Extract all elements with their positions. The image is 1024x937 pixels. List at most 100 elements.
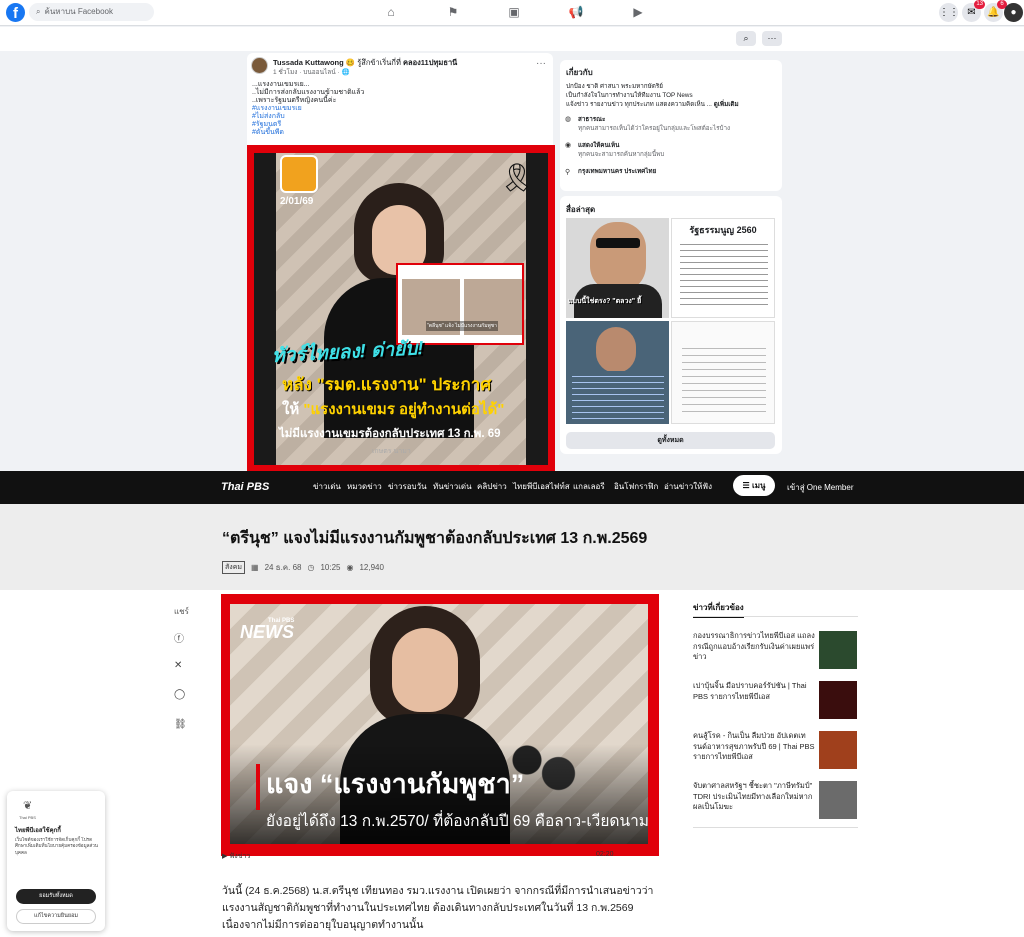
marketplace-icon[interactable]: ▣ bbox=[506, 4, 522, 20]
media-thumbnail[interactable] bbox=[566, 321, 669, 424]
related-item[interactable]: จับตาศาลสหรัฐฯ ชี้ชะตา "ภาษีทรัมป์" TDRI… bbox=[693, 781, 858, 827]
article-hero-image[interactable]: Thai PBS NEWS แจง “แรงงานกัมพูชา” ยังอยู่… bbox=[230, 604, 648, 844]
group-toolbar bbox=[0, 27, 1024, 51]
line-share-icon[interactable]: ◯ bbox=[174, 689, 185, 700]
article-date: 24 ธ.ค. 68 bbox=[264, 563, 302, 572]
related-title[interactable]: คนสู้โรค - กินเป็น ลืมป่วย อัปเดตเทรนด์อ… bbox=[693, 731, 815, 763]
black-ribbon-icon: 🎗 bbox=[499, 162, 535, 193]
edit-consent-button[interactable]: แก้ไขความยินยอม bbox=[16, 909, 96, 924]
related-divider bbox=[693, 616, 858, 617]
post-feeling: 🥴 รู้สึกข้าเริ่นกี่ที่ bbox=[345, 58, 401, 67]
related-title[interactable]: จับตาศาลสหรัฐฯ ชี้ชะตา "ภาษีทรัมป์" TDRI… bbox=[693, 781, 815, 813]
group-about-card: เกี่ยวกับ ปกป้อง ชาติ ศาสนา พระมหากษัตริ… bbox=[560, 60, 782, 191]
nav-item[interactable]: แกลเลอรี bbox=[573, 480, 605, 493]
inset-caption: "ตลีนุช" แจ้ง ไม่มีแรงงานกัมพูชา bbox=[426, 321, 498, 331]
nav-item[interactable]: อินโฟกราฟิก bbox=[614, 480, 658, 493]
post-image[interactable]: 2/01/69 🎗 "ตลีนุช" แจ้ง ไม่มีแรงงานกัมพู… bbox=[254, 153, 548, 465]
article-meta: สังคม ▦ 24 ธ.ค. 68 ◷ 10:25 ◉ 12,940 bbox=[222, 561, 384, 574]
hamburger-icon: ☰ bbox=[742, 481, 752, 490]
media-title: รัฐธรรมนูญ 2560 bbox=[689, 225, 757, 235]
nav-item[interactable]: ไทยพีบีเอสไฟท์ส bbox=[513, 480, 570, 493]
post-options-icon[interactable]: ··· bbox=[536, 58, 546, 69]
facebook-logo-icon[interactable]: f bbox=[6, 3, 25, 22]
post-author-name[interactable]: Tussada Kuttawong bbox=[273, 58, 344, 67]
globe-icon: ◍ bbox=[565, 116, 572, 123]
about-desc: แจ้งข่าว รายงานข่าว ทุกประเภท แสดงความคิ… bbox=[566, 101, 739, 108]
post-hashtag[interactable]: #ดันขึ้นพีด bbox=[252, 129, 284, 137]
see-all-media-button[interactable]: ดูทั้งหมด bbox=[566, 432, 775, 449]
post-author-avatar[interactable] bbox=[251, 57, 268, 74]
nav-item[interactable]: ทันข่าวเด่น bbox=[433, 480, 472, 493]
image-headline-4: ไม่มีแรงงานเขมรต้องกลับประเทศ 13 ก.พ. 69 bbox=[279, 428, 501, 440]
group-more-button[interactable]: ··· bbox=[762, 31, 782, 46]
megaphone-icon[interactable]: 📢 bbox=[568, 4, 584, 20]
search-icon: ⌕ bbox=[36, 7, 41, 16]
media-thumbnail[interactable] bbox=[671, 321, 775, 424]
nav-item[interactable]: หมวดข่าว bbox=[347, 480, 382, 493]
related-thumbnail[interactable] bbox=[819, 681, 857, 719]
image-watermark: เกษตร นามา bbox=[372, 448, 411, 455]
flag-icon[interactable]: ⚑ bbox=[445, 4, 461, 20]
copy-link-icon[interactable]: ⛓ bbox=[174, 719, 187, 730]
article-title: “ตรีนุช” แจงไม่มีแรงงานกัมพูชาต้องกลับปร… bbox=[222, 530, 648, 547]
about-desc: เป็นกำลังใจในการทำงานให้ทีมงาน TOP News bbox=[566, 92, 693, 99]
related-thumbnail[interactable] bbox=[819, 781, 857, 819]
profile-avatar[interactable]: ● bbox=[1004, 3, 1023, 22]
audio-label: ฟังข่าว bbox=[229, 853, 251, 860]
facebook-post: Tussada Kuttawong 🥴 รู้สึกข้าเริ่นกี่ที่… bbox=[247, 53, 555, 475]
related-title[interactable]: เปาบุ้นจิ้น มือปราบคอร์รัปชัน | Thai PBS… bbox=[693, 681, 815, 702]
share-label: แชร์ bbox=[174, 607, 189, 616]
messenger-icon[interactable]: ✉ 13 bbox=[962, 0, 985, 22]
search-placeholder: ค้นหาบน Facebook bbox=[44, 7, 113, 16]
hero-accent-bar bbox=[256, 764, 260, 810]
member-login-link[interactable]: เข้าสู่ One Member bbox=[787, 481, 853, 494]
cookie-heading: ไทยพีบีเอสใช้คุกกี้ bbox=[15, 828, 61, 834]
related-bottom-divider bbox=[693, 827, 858, 828]
cookie-logo-text: Thai PBS bbox=[19, 815, 36, 820]
thaipbs-mini-logo-icon: ❦ bbox=[23, 800, 33, 812]
x-share-icon[interactable]: ✕ bbox=[174, 660, 182, 671]
hero-subheadline: ยังอยู่ได้ถึง 13 ก.พ.2570/ ที่ต้องกลับปี… bbox=[266, 813, 648, 830]
category-tag[interactable]: สังคม bbox=[222, 561, 245, 574]
facebook-search-input[interactable]: ⌕ ค้นหาบน Facebook bbox=[29, 3, 154, 21]
nav-item[interactable]: อ่านข่าวให้ฟัง bbox=[664, 480, 712, 493]
facebook-share-icon[interactable]: ⓕ bbox=[174, 630, 184, 645]
image-headline-2: หลัง "รมต.แรงงาน" ประกาศ bbox=[282, 375, 492, 394]
image-headline-3: ให้ "แรงงานเขมร อยู่ทำงานต่อได้" bbox=[282, 397, 504, 421]
notifications-bell-icon[interactable]: 🔔 6 bbox=[984, 0, 1007, 22]
article-body: วันนี้ (24 ธ.ค.2568) น.ส.ตรีนุช เทียนทอง… bbox=[222, 885, 654, 931]
views-eye-icon: ◉ bbox=[346, 563, 354, 572]
group-search-button[interactable]: ⌕ bbox=[736, 31, 756, 46]
page-logo-icon bbox=[280, 155, 318, 193]
thaipbs-logo[interactable]: Thai PBS bbox=[221, 481, 269, 493]
group-location: กรุงเทพมหานคร ประเทศไทย bbox=[578, 168, 657, 175]
related-thumbnail[interactable] bbox=[819, 731, 857, 769]
media-thumbnail[interactable]: แบบนี้ใช่ตรง? "ตลวง" ยี้ bbox=[566, 218, 669, 318]
nav-item[interactable]: ข่าวรอบวัน bbox=[388, 480, 427, 493]
recent-media-card: สื่อล่าสุด แบบนี้ใช่ตรง? "ตลวง" ยี้ รัฐธ… bbox=[560, 196, 782, 454]
related-item[interactable]: เปาบุ้นจิ้น มือปราบคอร์รัปชัน | Thai PBS… bbox=[693, 681, 858, 727]
related-title[interactable]: กองบรรณาธิการข่าวไทยพีบีเอส แถลงกรณีถูกแ… bbox=[693, 631, 815, 663]
media-thumbnail[interactable]: รัฐธรรมนูญ 2560 bbox=[671, 218, 775, 318]
hero-headline: แจง “แรงงานกัมพูชา” bbox=[266, 769, 525, 799]
image-date: 2/01/69 bbox=[280, 196, 314, 207]
related-item[interactable]: คนสู้โรค - กินเป็น ลืมป่วย อัปเดตเทรนด์อ… bbox=[693, 731, 858, 777]
post-image-highlight: 2/01/69 🎗 "ตลีนุช" แจ้ง ไม่มีแรงงานกัมพู… bbox=[247, 145, 555, 475]
related-thumbnail[interactable] bbox=[819, 631, 857, 669]
audio-player[interactable]: ▶ ฟังข่าว 02:20 bbox=[222, 851, 660, 867]
accept-all-button[interactable]: ยอมรับทั้งหมด bbox=[16, 889, 96, 904]
menu-button[interactable]: ☰ เมนู bbox=[733, 475, 775, 496]
watch-icon[interactable]: ▶ bbox=[630, 4, 646, 20]
nav-item[interactable]: คลิปข่าว bbox=[477, 480, 507, 493]
visible-title: แสดงให้คนเห็น bbox=[578, 142, 620, 149]
location-pin-icon: ⚲ bbox=[565, 169, 571, 176]
see-more-link[interactable]: ดูเพิ่มเติม bbox=[714, 101, 739, 108]
nav-item[interactable]: ข่าวเด่น bbox=[313, 480, 341, 493]
about-desc: ปกป้อง ชาติ ศาสนา พระมหากษัตริย์ bbox=[566, 83, 663, 90]
messenger-badge: 13 bbox=[974, 0, 985, 9]
post-location[interactable]: คลอง11ปทุมธานี bbox=[403, 58, 457, 67]
related-item[interactable]: กองบรรณาธิการข่าวไทยพีบีเอส แถลงกรณีถูกแ… bbox=[693, 631, 858, 677]
home-icon[interactable]: ⌂ bbox=[383, 4, 399, 20]
cookie-consent-dialog: ❦ Thai PBS ไทยพีบีเอสใช้คุกกี้ เว็บไซต์ข… bbox=[7, 791, 105, 931]
menu-grid-icon[interactable]: ⋮⋮ bbox=[939, 3, 959, 22]
